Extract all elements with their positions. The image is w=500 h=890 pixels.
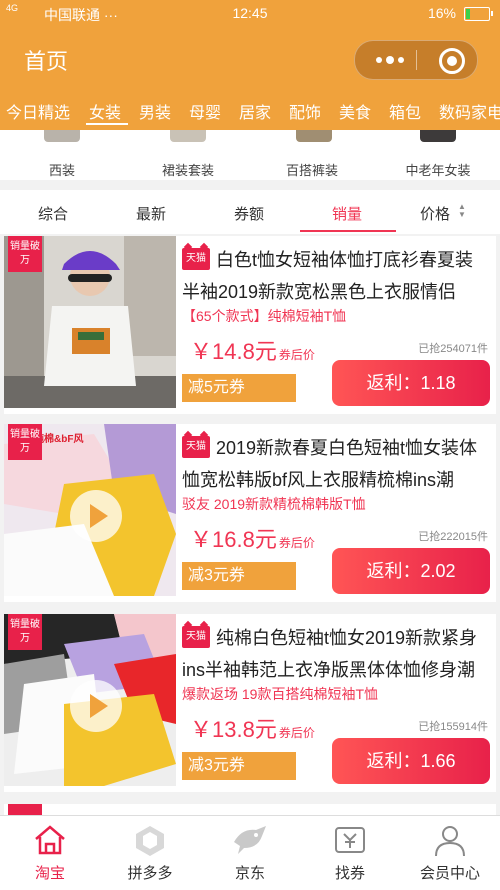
tab-find-coupon[interactable]: 找券 [300,816,400,890]
active-tab-underline [86,123,128,125]
coupon-icon [335,827,365,853]
product-title[interactable]: 白色t恤女短袖体恤打底衫春夏装半袖2019新款宽松黑色上衣服情侣 [182,244,490,308]
pinduoduo-icon [136,826,164,856]
status-bar: 4G 中国联通 ··· 12:45 16% [0,0,500,28]
product-subtitle: 爆款返场 19款百搭纯棉短袖T恤 [182,686,379,702]
tab-mens-clothing[interactable]: 男装 [139,99,171,123]
sub-category-elderly-womens[interactable]: 中老年女装 [388,160,488,179]
coupon-button[interactable]: 减5元券 [182,374,296,402]
product-price: ￥14.8元 券后价 [190,339,315,364]
tab-food[interactable]: 美食 [339,99,371,123]
tab-taobao[interactable]: 淘宝 [0,816,100,890]
product-card[interactable]: 销量破万 天猫 纯棉白色短袖t恤女2019新款紧身ins半袖韩范上衣净版黑体体恤… [4,614,496,792]
tab-home[interactable]: 居家 [239,99,271,123]
rebate-button[interactable]: 返利：1.18 [332,360,490,406]
battery-icon [464,7,493,21]
coupon-button[interactable]: 减3元券 [182,752,296,780]
sub-category-image [296,130,332,142]
tab-label: 拼多多 [127,865,173,882]
category-tabs: 今日精选 女装 男装 母婴 居家 配饰 美食 箱包 数码家电 [0,90,500,130]
tab-womens-clothing[interactable]: 女装 [89,99,121,123]
product-price: ￥16.8元 券后价 [190,527,315,552]
tab-jd[interactable]: 京东 [200,816,300,890]
tab-label: 会员中心 [419,865,480,882]
active-sort-underline [300,230,396,232]
tab-member-center[interactable]: 会员中心 [400,816,500,890]
sub-category-image [170,130,206,142]
clock: 12:45 [232,5,268,21]
price-unit: 券后价 [278,726,315,740]
tab-pinduoduo[interactable]: 拼多多 [100,816,200,890]
sort-comprehensive[interactable]: 综合 [38,203,68,224]
bottom-tab-bar: 淘宝 拼多多 京东 找券 会员中心 [0,815,500,890]
tab-bags[interactable]: 箱包 [389,99,421,123]
sub-category-image [44,130,80,142]
sub-category-row: 西装 裙装套装 百搭裤装 中老年女装 [0,130,500,180]
sort-coupon-amount[interactable]: 券额 [234,203,264,224]
sort-price[interactable]: 价格 [420,203,450,224]
page-title: 首页 [24,49,69,74]
close-target-icon[interactable] [439,48,465,74]
sold-count: 已抢254071件 [418,343,488,355]
product-title[interactable]: 纯棉白色短袖t恤女2019新款紧身ins半袖韩范上衣净版黑体体恤修身潮 [182,622,490,686]
tab-accessories[interactable]: 配饰 [289,99,321,123]
sort-bar: 综合 最新 券额 销量 价格 ▲ ▼ [0,190,500,234]
tab-label: 京东 [234,865,265,882]
sub-category-dress-sets[interactable]: 裙装套装 [138,160,238,179]
sales-badge: 销量破万 [8,236,42,272]
product-title[interactable]: 2019新款春夏白色短袖t恤女装体恤宽松韩版bf风上衣服精梳棉ins潮 [182,432,490,496]
mini-program-capsule [354,40,478,80]
product-subtitle: 驳友 2019新款精梳棉韩版T恤 [182,496,366,512]
user-icon [435,826,465,857]
sales-badge: 销量破万 [8,614,42,650]
tab-today-picks[interactable]: 今日精选 [6,99,70,123]
rebate-button[interactable]: 返利：2.02 [332,548,490,594]
sort-newest[interactable]: 最新 [136,203,166,224]
sub-category-suits[interactable]: 西装 [12,160,112,179]
sort-arrows-icon: ▲ ▼ [458,202,466,219]
more-icon[interactable] [365,41,415,79]
tab-label: 淘宝 [34,865,65,882]
navigation-bar: 首页 [0,28,500,90]
sold-count: 已抢155914件 [418,721,488,733]
sales-badge: 销量破万 [8,424,42,460]
jd-dog-icon [234,826,266,854]
sort-sales[interactable]: 销量 [332,203,362,224]
rebate-button[interactable]: 返利：1.66 [332,738,490,784]
capsule-divider [416,50,417,70]
product-subtitle: 【65个款式】纯棉短袖T恤 [182,308,347,324]
product-card[interactable]: 销量破万 天猫 白色t恤女短袖体恤打底衫春夏装半袖2019新款宽松黑色上衣服情侣… [4,236,496,414]
battery-percent: 16% [427,5,456,21]
product-price: ￥13.8元 券后价 [190,717,315,742]
coupon-button[interactable]: 减3元券 [182,562,296,590]
price-unit: 券后价 [278,536,315,550]
tab-label: 找券 [334,865,365,882]
price-unit: 券后价 [278,348,315,362]
sub-category-pants[interactable]: 百搭裤装 [262,160,362,179]
play-video-icon[interactable] [70,680,122,732]
tab-mother-baby[interactable]: 母婴 [189,99,221,123]
sub-category-image [420,130,456,142]
taobao-house-icon [35,825,65,855]
sold-count: 已抢222015件 [418,531,488,543]
play-video-icon[interactable] [70,490,122,542]
tab-digital-appliances[interactable]: 数码家电 [439,99,500,123]
product-card[interactable]: 纯棉&bF风 销量破万 天猫 2019新款春夏白色短袖t恤女装体恤宽松韩版bf风… [4,424,496,602]
